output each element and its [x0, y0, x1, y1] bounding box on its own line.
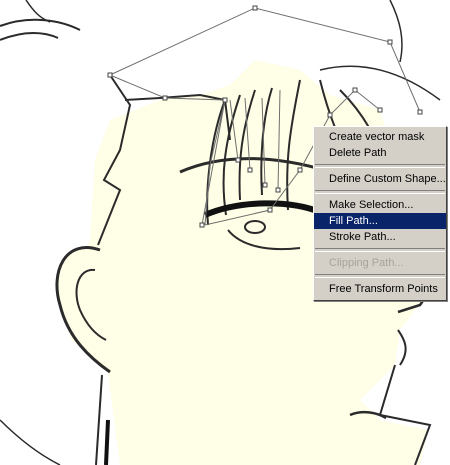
menu-item-delete-path[interactable]: Delete Path [314, 145, 446, 161]
hair-strand-top-right [319, 65, 441, 101]
hair-strand-top-left-2 [0, 32, 59, 41]
menu-item-make-selection[interactable]: Make Selection... [314, 197, 446, 213]
neck-line-left-2 [104, 419, 110, 465]
neck-line-left [95, 374, 103, 465]
menu-item-clipping-path: Clipping Path... [329, 257, 404, 269]
menu-item-stroke-path[interactable]: Stroke Path... [314, 229, 446, 245]
menu-separator [315, 274, 445, 278]
path-context-menu: Create vector mask Delete Path Define Cu… [313, 126, 447, 301]
menu-item-create-vector-mask[interactable]: Create vector mask [314, 129, 446, 145]
menu-item-define-custom-shape[interactable]: Define Custom Shape... [314, 171, 446, 187]
menu-separator [315, 190, 445, 194]
document-canvas[interactable]: Create vector mask Delete Path Define Cu… [0, 0, 450, 465]
menu-item-free-transform-points[interactable]: Free Transform Points [314, 281, 446, 297]
menu-separator [315, 164, 445, 168]
hair-strand-top-left [0, 18, 81, 31]
menu-item-fill-path[interactable]: Fill Path... [314, 213, 446, 229]
collar-line [0, 419, 61, 465]
hair-strand-top-left-3 [25, 0, 51, 23]
menu-separator [315, 248, 445, 252]
hair-strand-top-right-2 [389, 0, 403, 63]
